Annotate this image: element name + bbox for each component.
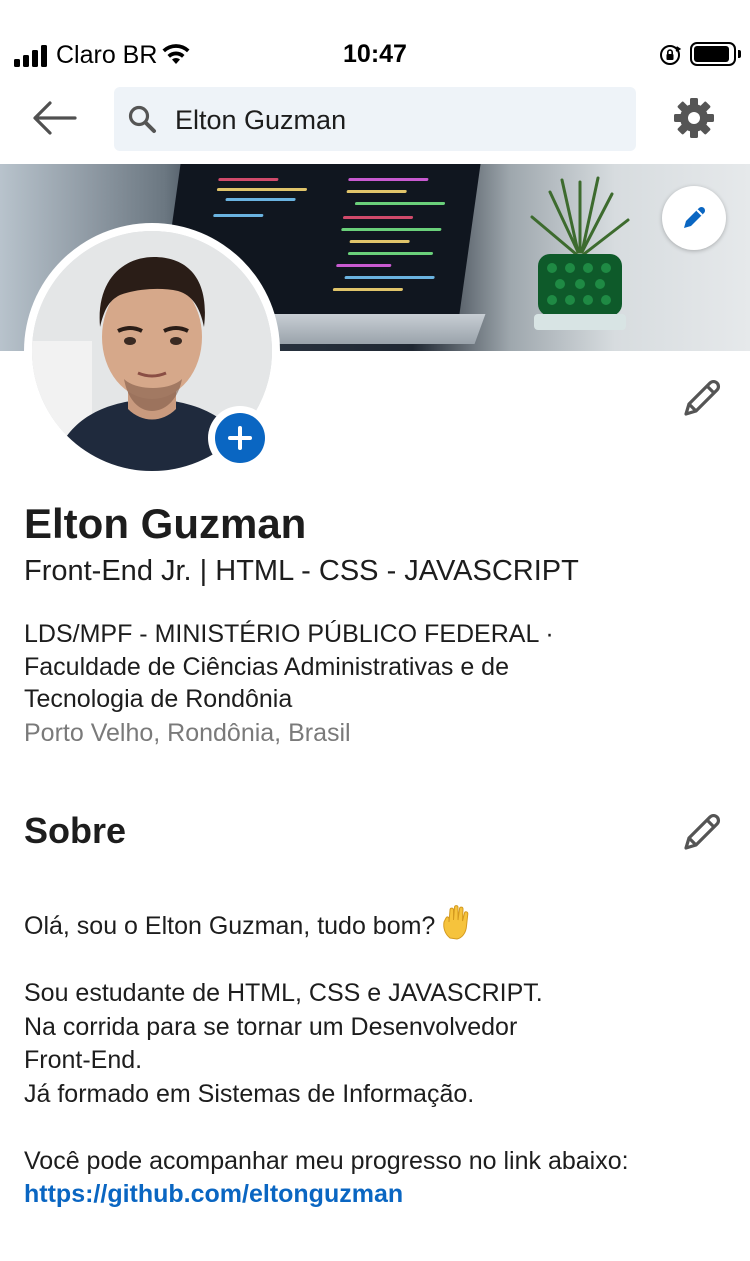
org-line: Tecnologia de Rondônia [24, 685, 293, 713]
search-header: Elton Guzman [0, 82, 750, 164]
clock: 10:47 [343, 40, 407, 68]
org-line: Faculdade de Ciências Administrativas e … [24, 652, 509, 681]
about-line: Front-End. [24, 1046, 143, 1074]
gear-icon[interactable] [672, 96, 716, 140]
add-photo-button[interactable] [208, 406, 272, 470]
search-icon [128, 105, 156, 133]
about-greeting-text: Olá, sou o Elton Guzman, tudo bom? [24, 912, 436, 940]
search-value: Elton Guzman [175, 105, 347, 135]
edit-about-pencil-icon[interactable] [680, 810, 724, 854]
plus-icon [215, 413, 265, 463]
profile-organization: LDS/MPF - MINISTÉRIO PÚBLICO FEDERAL · F… [24, 618, 724, 716]
about-line: Sou estudante de HTML, CSS e JAVASCRIPT. [24, 979, 543, 1007]
battery-icon [690, 42, 741, 66]
about-text: Olá, sou o Elton Guzman, tudo bom? Sou e… [24, 904, 734, 1212]
github-link[interactable]: https://github.com/eltonguzman [24, 1180, 403, 1208]
profile-location: Porto Velho, Rondônia, Brasil [24, 719, 351, 747]
orientation-lock-icon [660, 45, 682, 65]
about-line: Já formado em Sistemas de Informação. [24, 1079, 475, 1108]
about-line: Na corrida para se tornar um Desenvolved… [24, 1012, 518, 1041]
org-line: LDS/MPF - MINISTÉRIO PÚBLICO FEDERAL · [24, 620, 554, 648]
edit-banner-button[interactable] [662, 186, 726, 250]
about-line: Você pode acompanhar meu progresso no li… [24, 1146, 629, 1175]
pencil-icon [684, 206, 706, 228]
banner-plant [530, 176, 630, 330]
profile-headline: Front-End Jr. | HTML - CSS - JAVASCRIPT [24, 555, 579, 587]
edit-intro-pencil-icon[interactable] [680, 376, 724, 420]
profile-name: Elton Guzman [24, 500, 307, 547]
about-title: Sobre [24, 810, 127, 851]
search-input[interactable]: Elton Guzman [114, 87, 636, 151]
about-greeting: Olá, sou o Elton Guzman, tudo bom? [24, 904, 734, 944]
arrow-left-icon[interactable] [30, 98, 80, 138]
raised-hand-icon [443, 905, 469, 940]
status-bar: Claro BR 10:47 [0, 0, 750, 82]
